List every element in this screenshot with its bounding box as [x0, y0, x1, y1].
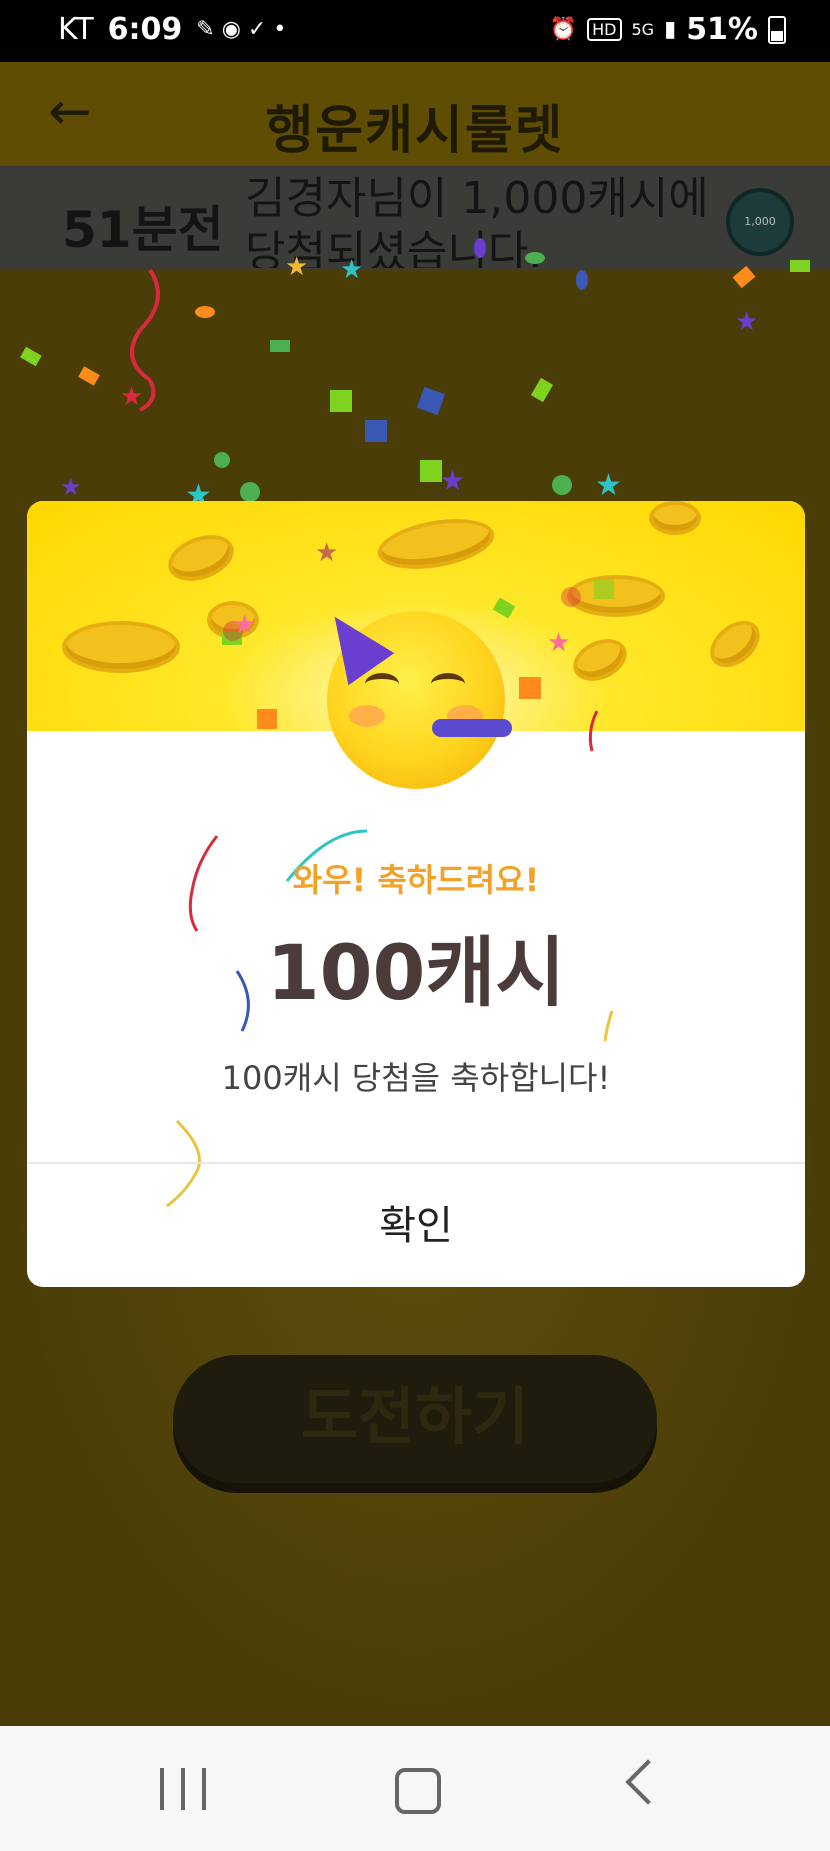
svg-text:★: ★ [60, 473, 82, 501]
svg-text:★: ★ [595, 468, 622, 503]
home-icon[interactable] [395, 1768, 441, 1814]
svg-text:★: ★ [547, 628, 570, 658]
alarm-icon: ⏰ [549, 17, 578, 42]
svg-text:★: ★ [285, 252, 308, 282]
carrier-label: KT [58, 12, 94, 47]
svg-text:★: ★ [120, 382, 143, 412]
confetti-layer: ★ ★ ★ ★ ★ ★ ★ ★ [20, 238, 810, 510]
svg-text:★: ★ [440, 464, 465, 497]
coin-badge-label: 1,000 [744, 215, 776, 228]
reward-dialog: ★ ★ ★ 와우! 축하드려요! 100캐시 100캐시 당첨을 축하합니다! … [27, 501, 805, 1287]
hd-icon: HD [587, 18, 622, 41]
battery-icon [768, 15, 786, 44]
confirm-button[interactable]: 확인 [27, 1165, 805, 1287]
signal-icon: ▮ [664, 17, 677, 42]
svg-text:★: ★ [340, 255, 363, 285]
battery-percent: 51% [686, 12, 758, 47]
challenge-button[interactable]: 도전하기 [173, 1355, 657, 1483]
clock: 6:09 [107, 12, 183, 47]
notification-icon: ✎ ◉ ✓ • [196, 17, 287, 42]
svg-text:★: ★ [735, 307, 758, 337]
headline: 와우! 축하드려요! [292, 861, 540, 899]
prize-description: 100캐시 당첨을 축하합니다! [221, 1059, 611, 1097]
prize-amount: 100캐시 [266, 928, 566, 1017]
svg-text:★: ★ [233, 610, 256, 640]
divider [27, 1162, 805, 1164]
svg-text:★: ★ [315, 538, 338, 568]
network-label: 5G [631, 20, 655, 39]
recent-apps-icon[interactable] [160, 1768, 206, 1810]
page-title: 행운캐시룰렛 [265, 101, 565, 161]
status-bar: KT 6:09 ✎ ◉ ✓ • ⏰ HD 5G ▮ 51% [0, 0, 830, 62]
